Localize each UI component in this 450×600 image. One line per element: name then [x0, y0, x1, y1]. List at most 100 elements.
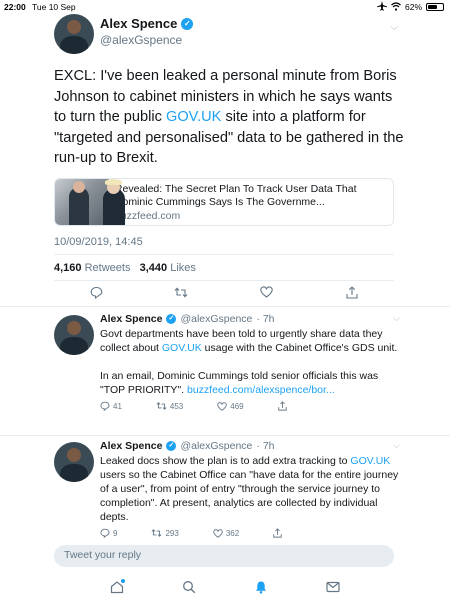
reply-header: Alex Spence ✓ @alexGspence · 7h: [100, 313, 400, 325]
avatar[interactable]: [54, 315, 94, 355]
tweet-actions: [54, 286, 394, 302]
reply-age: · 7h: [256, 440, 275, 452]
airplane-icon: [376, 1, 387, 13]
reply-composer-input[interactable]: Tweet your reply: [54, 545, 394, 567]
link-card-info: Revealed: The Secret Plan To Track User …: [109, 179, 393, 225]
like-count: 362: [225, 528, 240, 538]
reply-text: Govt departments have been told to urgen…: [100, 327, 400, 397]
retweets-label[interactable]: Retweets: [85, 262, 131, 274]
divider: [54, 280, 394, 281]
likes-label[interactable]: Likes: [170, 262, 196, 274]
reply-author-name[interactable]: Alex Spence: [100, 440, 162, 452]
retweet-count: 293: [165, 528, 179, 538]
reply-actions: 41 453 469: [100, 401, 400, 411]
tweet-timestamp: 10/09/2019, 14:45: [54, 236, 143, 248]
reply-text-part: usage with the Cabinet Office's GDS unit…: [201, 342, 398, 354]
reply-icon: [100, 528, 110, 538]
retweet-icon[interactable]: [171, 286, 191, 302]
notifications-icon: [255, 581, 267, 594]
reply-body: Alex Spence ✓ @alexGspence · 7h ⌵ Leaked…: [100, 440, 400, 538]
reply-text: Leaked docs show the plan is to add extr…: [100, 454, 400, 524]
tab-bar: [0, 574, 450, 600]
retweet-icon: [156, 402, 167, 410]
wifi-icon: [391, 1, 401, 13]
messages-icon: [326, 581, 340, 593]
retweet-button[interactable]: 293: [151, 528, 179, 538]
thumb-figure-left-head: [73, 181, 85, 193]
like-button[interactable]: 362: [213, 529, 239, 538]
like-icon[interactable]: [257, 286, 277, 302]
verified-badge-icon: ✓: [166, 314, 177, 324]
reply-author-name[interactable]: Alex Spence: [100, 313, 162, 325]
reply-text-part: Leaked docs show the plan is to add extr…: [100, 455, 351, 467]
reply-button[interactable]: 9: [100, 528, 117, 538]
avatar-body: [60, 464, 88, 482]
retweet-icon: [151, 529, 162, 537]
reply-header: Alex Spence ✓ @alexGspence · 7h: [100, 440, 400, 452]
like-button[interactable]: 469: [217, 401, 244, 411]
tab-search[interactable]: [179, 577, 199, 597]
reply-tweet[interactable]: Alex Spence ✓ @alexGspence · 7h ⌵ Leaked…: [54, 440, 400, 540]
reply-icon[interactable]: [86, 286, 106, 302]
reply-count: 41: [113, 401, 122, 411]
link-card-thumbnail: [55, 179, 125, 225]
verified-badge-icon: ✓: [181, 17, 194, 30]
tab-notifications[interactable]: [251, 577, 271, 597]
avatar-body: [60, 36, 88, 54]
reply-tweet[interactable]: Alex Spence ✓ @alexGspence · 7h ⌵ Govt d…: [54, 313, 400, 435]
tab-messages[interactable]: [323, 577, 343, 597]
reply-body: Alex Spence ✓ @alexGspence · 7h ⌵ Govt d…: [100, 313, 400, 411]
like-icon: [213, 528, 223, 538]
share-icon[interactable]: [342, 286, 362, 302]
avatar-head: [67, 448, 81, 462]
share-button[interactable]: [273, 528, 282, 538]
retweets-count[interactable]: 4,160: [54, 262, 82, 274]
avatar[interactable]: [54, 14, 94, 54]
search-icon: [183, 581, 196, 594]
link-card-title: Revealed: The Secret Plan To Track User …: [114, 183, 357, 208]
avatar-head: [67, 20, 81, 34]
retweet-button[interactable]: 453: [156, 401, 183, 411]
battery-percent: 62%: [404, 2, 422, 12]
author-name[interactable]: Alex Spence: [100, 16, 177, 31]
retweet-count: 453: [169, 401, 184, 411]
chevron-down-icon[interactable]: ⌵: [390, 22, 398, 33]
divider: [0, 435, 450, 436]
thumb-figure-right-hair: [105, 179, 122, 185]
reply-link-buzzfeed[interactable]: buzzfeed.com/alexspence/bor...: [187, 384, 335, 396]
likes-count[interactable]: 3,440: [140, 262, 168, 274]
divider: [0, 306, 450, 307]
tweet-stats: 4,160 Retweets 3,440 Likes: [54, 262, 196, 274]
chevron-down-icon[interactable]: ⌵: [393, 440, 400, 451]
reply-count: 9: [113, 528, 118, 538]
reply-text-part: users so the Cabinet Office can "have da…: [100, 469, 399, 523]
home-notification-dot: [121, 579, 125, 583]
share-button[interactable]: [277, 401, 287, 411]
reply-link-govuk[interactable]: GOV.UK: [162, 342, 202, 354]
share-icon: [273, 528, 282, 538]
divider: [54, 254, 394, 255]
thumb-figure-right: [103, 189, 125, 225]
reply-author-handle[interactable]: @alexGspence: [180, 440, 252, 452]
battery-fill: [428, 5, 437, 9]
tweet-text: EXCL: I've been leaked a personal minute…: [54, 66, 404, 169]
link-card[interactable]: Revealed: The Secret Plan To Track User …: [54, 178, 394, 226]
status-date: Tue 10 Sep: [32, 2, 76, 12]
status-time: 22:00: [4, 2, 26, 12]
verified-badge-icon: ✓: [166, 441, 177, 451]
reply-actions: 9 293 362: [100, 528, 400, 538]
reply-author-handle[interactable]: @alexGspence: [180, 313, 252, 325]
tweet-link-govuk[interactable]: GOV.UK: [166, 109, 221, 125]
tab-home[interactable]: [107, 577, 127, 597]
reply-link-govuk[interactable]: GOV.UK: [350, 455, 390, 467]
chevron-down-icon[interactable]: ⌵: [393, 313, 400, 324]
reply-button[interactable]: 41: [100, 401, 122, 411]
status-right: 62%: [376, 1, 444, 13]
avatar-body: [60, 337, 88, 355]
avatar[interactable]: [54, 442, 94, 482]
like-count: 469: [230, 401, 244, 411]
reply-age: · 7h: [256, 313, 275, 325]
avatar-head: [67, 321, 81, 335]
battery-icon: [426, 3, 444, 11]
author-handle[interactable]: @alexGspence: [100, 33, 450, 47]
